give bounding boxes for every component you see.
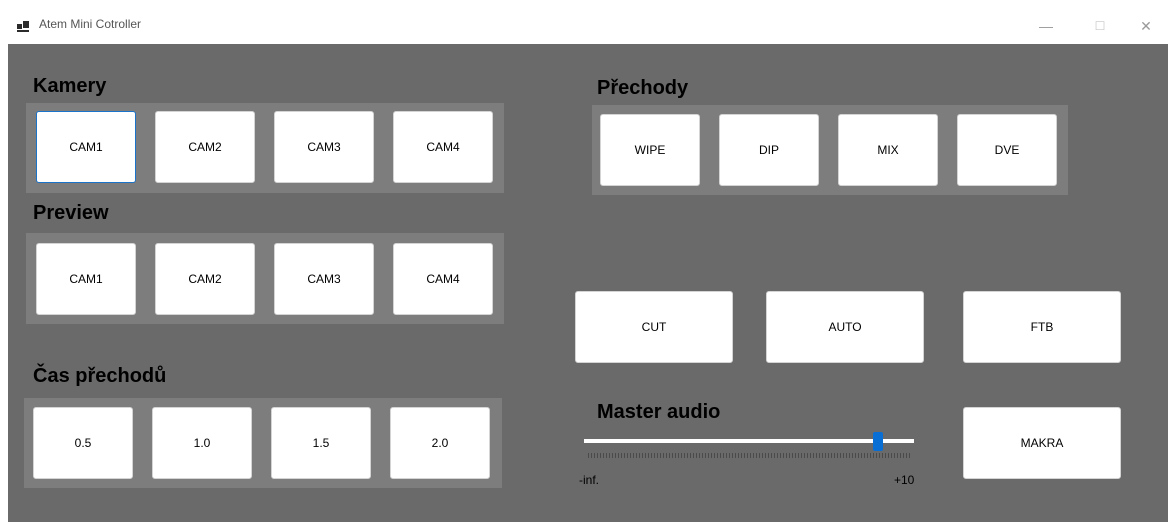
ftb-button[interactable]: FTB xyxy=(963,291,1121,363)
time-1-5-button[interactable]: 1.5 xyxy=(271,407,371,479)
minimize-button[interactable]: — xyxy=(1024,10,1068,42)
preview-cam1-button[interactable]: CAM1 xyxy=(36,243,136,315)
mix-button[interactable]: MIX xyxy=(838,114,938,186)
preview-heading: Preview xyxy=(33,202,109,224)
preview-cam4-button[interactable]: CAM4 xyxy=(393,243,493,315)
slider-ticks xyxy=(588,453,910,458)
preview-panel: CAM1 CAM2 CAM3 CAM4 xyxy=(26,233,504,324)
cas-prechodu-heading: Čas přechodů xyxy=(33,365,167,387)
audio-max-label: +10 xyxy=(894,473,915,487)
kamery-heading: Kamery xyxy=(33,75,107,97)
dip-button[interactable]: DIP xyxy=(719,114,819,186)
window-title: Atem Mini Cotroller xyxy=(39,17,142,31)
app-window: Atem Mini Cotroller — ☐ ✕ Kamery CAM1 CA… xyxy=(8,8,1168,522)
slider-track[interactable] xyxy=(584,439,914,443)
slider-thumb[interactable] xyxy=(873,432,883,451)
maximize-button[interactable]: ☐ xyxy=(1078,10,1122,42)
time-1-0-button[interactable]: 1.0 xyxy=(152,407,252,479)
dve-button[interactable]: DVE xyxy=(957,114,1057,186)
time-0-5-button[interactable]: 0.5 xyxy=(33,407,133,479)
program-cam4-button[interactable]: CAM4 xyxy=(393,111,493,183)
makra-button[interactable]: MAKRA xyxy=(963,407,1121,479)
program-cam1-button[interactable]: CAM1 xyxy=(36,111,136,183)
preview-cam3-button[interactable]: CAM3 xyxy=(274,243,374,315)
kamery-panel: CAM1 CAM2 CAM3 CAM4 xyxy=(26,103,504,193)
wipe-button[interactable]: WIPE xyxy=(600,114,700,186)
app-icon xyxy=(17,21,29,32)
title-bar: Atem Mini Cotroller — ☐ ✕ xyxy=(8,8,1168,44)
program-cam2-button[interactable]: CAM2 xyxy=(155,111,255,183)
prechody-panel: WIPE DIP MIX DVE xyxy=(592,105,1068,195)
auto-button[interactable]: AUTO xyxy=(766,291,924,363)
cas-panel: 0.5 1.0 1.5 2.0 xyxy=(24,398,502,488)
program-cam3-button[interactable]: CAM3 xyxy=(274,111,374,183)
prechody-heading: Přechody xyxy=(597,77,689,99)
audio-min-label: -inf. xyxy=(579,473,600,487)
cut-button[interactable]: CUT xyxy=(575,291,733,363)
master-audio-heading: Master audio xyxy=(597,401,721,423)
time-2-0-button[interactable]: 2.0 xyxy=(390,407,490,479)
preview-cam2-button[interactable]: CAM2 xyxy=(155,243,255,315)
close-button[interactable]: ✕ xyxy=(1124,10,1168,42)
